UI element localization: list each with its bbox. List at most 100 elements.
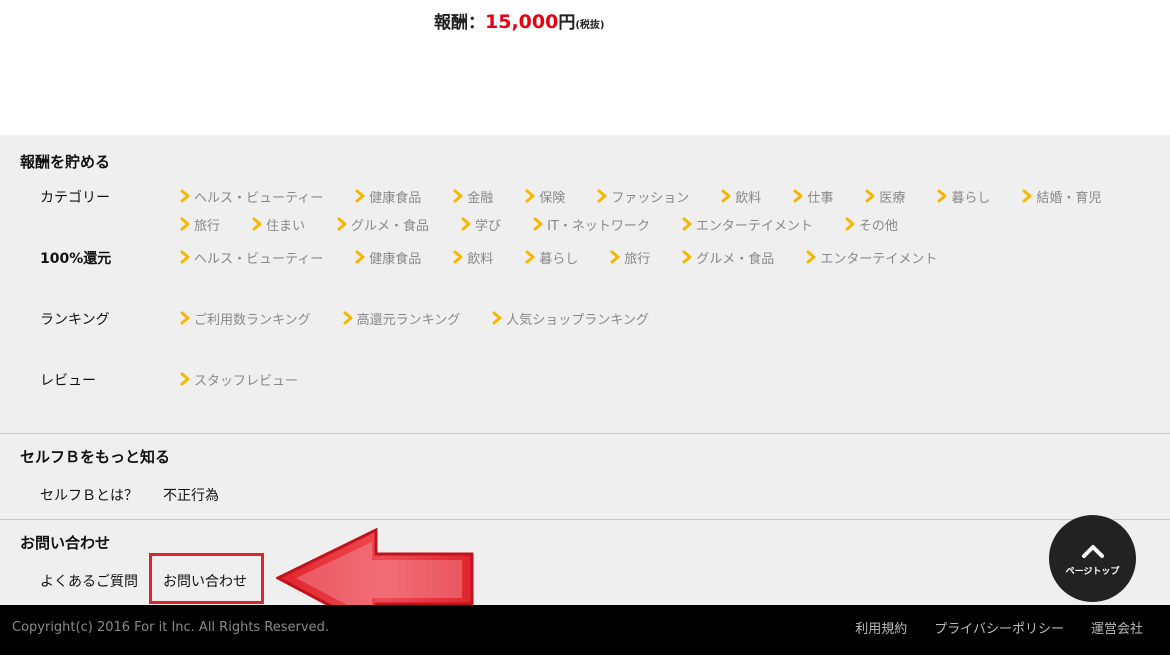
reward-yen: 円 [558, 13, 576, 33]
highlight-box [149, 553, 264, 604]
chevron-right-icon [343, 311, 353, 325]
category-link-label: 健康食品 [369, 190, 422, 206]
category-link-label: 医療 [879, 190, 906, 206]
page-top-label: ページトップ [1065, 567, 1120, 577]
chevron-right-icon [180, 250, 190, 264]
bottom-bar: Copyright(c) 2016 For it Inc. All Rights… [0, 605, 1170, 655]
refund-link-label: 暮らし [539, 251, 579, 267]
refund-links: ヘルス・ビューティー 健康食品 飲料 暮らし 旅行 グルメ・食品 エンターテイメント [178, 243, 1148, 271]
category-link[interactable]: ファッション [595, 182, 689, 210]
category-link-label: ファッション [611, 190, 690, 206]
faq-link[interactable]: よくあるご質問 [40, 571, 138, 591]
chevron-right-icon [180, 311, 190, 325]
chevron-right-icon [252, 217, 262, 231]
refund-link-label: 飲料 [467, 251, 494, 267]
bottom-links: 利用規約 プライバシーポリシー 運営会社 [828, 618, 1143, 637]
refund-link-label: グルメ・食品 [696, 251, 775, 267]
category-link[interactable]: 学び [459, 210, 501, 238]
refund-link[interactable]: 暮らし [523, 243, 578, 271]
privacy-link[interactable]: プライバシーポリシー [934, 618, 1064, 637]
refund-link[interactable]: ヘルス・ビューティー [178, 243, 323, 271]
category-link-label: その他 [858, 218, 898, 234]
category-link[interactable]: 旅行 [178, 210, 220, 238]
chevron-right-icon [453, 189, 463, 203]
chevron-right-icon [1022, 189, 1032, 203]
refund-link[interactable]: グルメ・食品 [680, 243, 774, 271]
about-selfb-link[interactable]: セルフＢとは？ [40, 485, 138, 505]
chevron-right-icon [610, 250, 620, 264]
chevron-right-icon [806, 250, 816, 264]
company-link[interactable]: 運営会社 [1091, 618, 1143, 637]
refund-link-label: 健康食品 [369, 251, 422, 267]
row-label-review: レビュー [40, 373, 96, 389]
terms-link[interactable]: 利用規約 [855, 618, 907, 637]
section-divider [0, 519, 1170, 520]
chevron-right-icon [180, 217, 190, 231]
category-link[interactable]: 住まい [250, 210, 305, 238]
chevron-right-icon [355, 250, 365, 264]
chevron-right-icon [682, 250, 692, 264]
refund-link-label: 旅行 [624, 251, 651, 267]
refund-link-label: ヘルス・ビューティー [194, 251, 324, 267]
reward-area: 報酬：15,000円(税抜) [0, 0, 1170, 135]
category-link-label: 飲料 [735, 190, 762, 206]
category-link[interactable]: エンターテイメント [680, 210, 813, 238]
category-links: ヘルス・ビューティー 健康食品 金融 保険 ファッション 飲料 仕事 医療 暮らし 結婚・育児旅行… [178, 182, 1148, 238]
chevron-up-icon [1081, 545, 1104, 558]
chevron-right-icon [597, 189, 607, 203]
category-link-label: 旅行 [194, 218, 221, 234]
category-link[interactable]: 保険 [523, 182, 565, 210]
category-link-label: 学び [475, 218, 502, 234]
reward-price: 報酬：15,000円(税抜) [434, 8, 604, 33]
chevron-right-icon [865, 189, 875, 203]
category-link-label: IT・ネットワーク [547, 218, 650, 234]
refund-link[interactable]: エンターテイメント [804, 243, 937, 271]
section-divider [0, 433, 1170, 434]
page: 報酬：15,000円(税抜) 報酬を貯める カテゴリー ヘルス・ビューティー健康… [0, 0, 1170, 655]
ranking-link-label: 人気ショップランキング [506, 312, 649, 328]
section-title-about: セルフＢをもっと知る [20, 448, 171, 466]
chevron-right-icon [937, 189, 947, 203]
review-link[interactable]: スタッフレビュー [178, 365, 298, 393]
ranking-links: ご利用数ランキング 高還元ランキング 人気ショップランキング [178, 304, 1148, 332]
ranking-link[interactable]: ご利用数ランキング [178, 304, 311, 332]
category-link-label: エンターテイメント [695, 218, 813, 234]
category-link[interactable]: IT・ネットワーク [531, 210, 650, 238]
category-link-label: グルメ・食品 [351, 218, 430, 234]
row-label-category: カテゴリー [40, 190, 110, 206]
category-link[interactable]: ヘルス・ビューティー [178, 182, 323, 210]
category-link-label: ヘルス・ビューティー [194, 190, 324, 206]
chevron-right-icon [492, 311, 502, 325]
chevron-right-icon [461, 217, 471, 231]
reward-tax: (税抜) [575, 20, 605, 31]
category-link[interactable]: 金融 [451, 182, 493, 210]
ranking-link[interactable]: 人気ショップランキング [490, 304, 649, 332]
ranking-link[interactable]: 高還元ランキング [341, 304, 460, 332]
chevron-right-icon [845, 217, 855, 231]
category-link[interactable]: 飲料 [719, 182, 761, 210]
refund-link[interactable]: 旅行 [608, 243, 650, 271]
review-link-label: スタッフレビュー [194, 373, 299, 389]
category-link[interactable]: 結婚・育児 [1020, 182, 1101, 210]
category-link-label: 保険 [539, 190, 566, 206]
category-link[interactable]: 健康食品 [353, 182, 421, 210]
refund-link-label: エンターテイメント [820, 251, 938, 267]
category-link[interactable]: グルメ・食品 [335, 210, 429, 238]
chevron-right-icon [525, 189, 535, 203]
row-label-refund: 100%還元 [40, 251, 112, 267]
category-link[interactable]: 医療 [863, 182, 905, 210]
category-link-label: 結婚・育児 [1036, 190, 1102, 206]
category-link[interactable]: その他 [843, 210, 898, 238]
chevron-right-icon [180, 189, 190, 203]
fraud-link[interactable]: 不正行為 [163, 485, 219, 505]
section-title-earn: 報酬を貯める [20, 153, 111, 171]
row-label-ranking: ランキング [40, 312, 110, 328]
category-link[interactable]: 仕事 [791, 182, 833, 210]
category-link[interactable]: 暮らし [935, 182, 990, 210]
review-links: スタッフレビュー [178, 365, 1148, 393]
refund-link[interactable]: 飲料 [451, 243, 493, 271]
page-top-button[interactable]: ページトップ [1049, 515, 1136, 602]
chevron-right-icon [337, 217, 347, 231]
refund-link[interactable]: 健康食品 [353, 243, 421, 271]
chevron-right-icon [533, 217, 543, 231]
